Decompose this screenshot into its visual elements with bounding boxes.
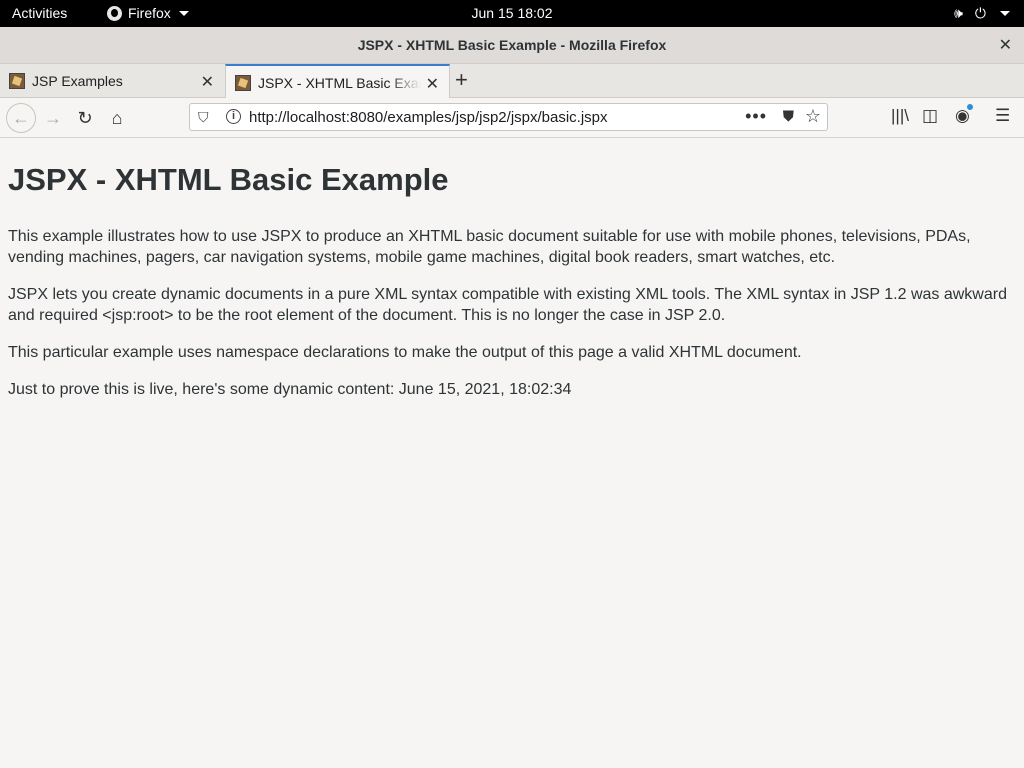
app-menu-label: Firefox	[128, 5, 171, 21]
reload-button[interactable]: ↻	[74, 107, 96, 129]
close-window-button[interactable]: ✕	[999, 35, 1012, 55]
power-icon: ⏻	[974, 5, 986, 21]
page-heading: JSPX - XHTML Basic Example	[8, 162, 449, 197]
window-title: JSPX - XHTML Basic Example - Mozilla Fir…	[357, 37, 667, 53]
pocket-icon[interactable]: ⛊	[783, 108, 794, 125]
tab-jsp-examples[interactable]: JSP Examples ✕	[0, 64, 224, 98]
library-icon[interactable]: |||\	[891, 106, 909, 126]
tab-jspx-basic-example[interactable]: JSPX - XHTML Basic Example ✕	[225, 64, 450, 99]
tomcat-favicon-icon	[9, 73, 25, 89]
account-icon[interactable]: ◉	[955, 104, 973, 126]
reload-icon: ↻	[77, 107, 93, 128]
back-arrow-icon: ←	[12, 107, 30, 128]
system-top-bar: Activities Firefox Jun 15 18:02 🕪 ⏻	[0, 0, 1024, 27]
navigation-toolbar: ← → ↻ ⌂ ⛉ i http://localhost:8080/exampl…	[0, 98, 1024, 138]
activities-button[interactable]: Activities	[12, 5, 67, 21]
tab-label: JSP Examples	[32, 73, 123, 89]
page-actions-menu-icon[interactable]: •••	[745, 106, 767, 127]
page-content: JSPX - XHTML Basic Example This example …	[0, 139, 1024, 768]
app-menu[interactable]: Firefox	[107, 5, 189, 21]
forward-arrow-icon: →	[44, 107, 62, 128]
tracking-protection-shield-icon[interactable]: ⛉	[198, 109, 209, 126]
new-tab-button[interactable]: +	[455, 67, 468, 93]
tomcat-favicon-icon	[235, 74, 251, 91]
dynamic-content-paragraph: Just to prove this is live, here's some …	[8, 381, 572, 398]
window-title-bar: JSPX - XHTML Basic Example - Mozilla Fir…	[0, 27, 1024, 64]
forward-button[interactable]: →	[42, 107, 64, 129]
jspx-syntax-paragraph: JSPX lets you create dynamic documents i…	[8, 286, 1007, 324]
system-menu[interactable]: 🕪 ⏻	[954, 5, 1010, 22]
close-tab-icon[interactable]: ✕	[426, 74, 439, 94]
chevron-down-icon	[178, 10, 189, 16]
bookmark-star-icon[interactable]: ☆	[805, 106, 821, 127]
intro-paragraph: This example illustrates how to use JSPX…	[8, 228, 971, 266]
url-bar[interactable]: ⛉ i http://localhost:8080/examples/jsp/j…	[189, 103, 828, 131]
tab-strip: JSP Examples ✕ JSPX - XHTML Basic Exampl…	[0, 64, 1024, 99]
volume-icon: 🕪	[954, 5, 963, 21]
namespace-paragraph: This particular example uses namespace d…	[8, 344, 802, 361]
back-button[interactable]: ←	[6, 103, 36, 133]
home-icon: ⌂	[111, 107, 123, 128]
chevron-down-icon	[1000, 11, 1010, 16]
firefox-icon	[107, 5, 122, 21]
site-info-icon[interactable]: i	[226, 109, 241, 124]
tab-label: JSPX - XHTML Basic Example	[258, 74, 421, 91]
close-tab-icon[interactable]: ✕	[201, 72, 214, 92]
sidebar-toggle-icon[interactable]: ◫	[922, 106, 938, 126]
url-text[interactable]: http://localhost:8080/examples/jsp/jsp2/…	[249, 109, 608, 126]
notification-dot	[966, 104, 973, 110]
home-button[interactable]: ⌂	[106, 107, 128, 129]
hamburger-menu-icon[interactable]: ☰	[995, 106, 1010, 126]
